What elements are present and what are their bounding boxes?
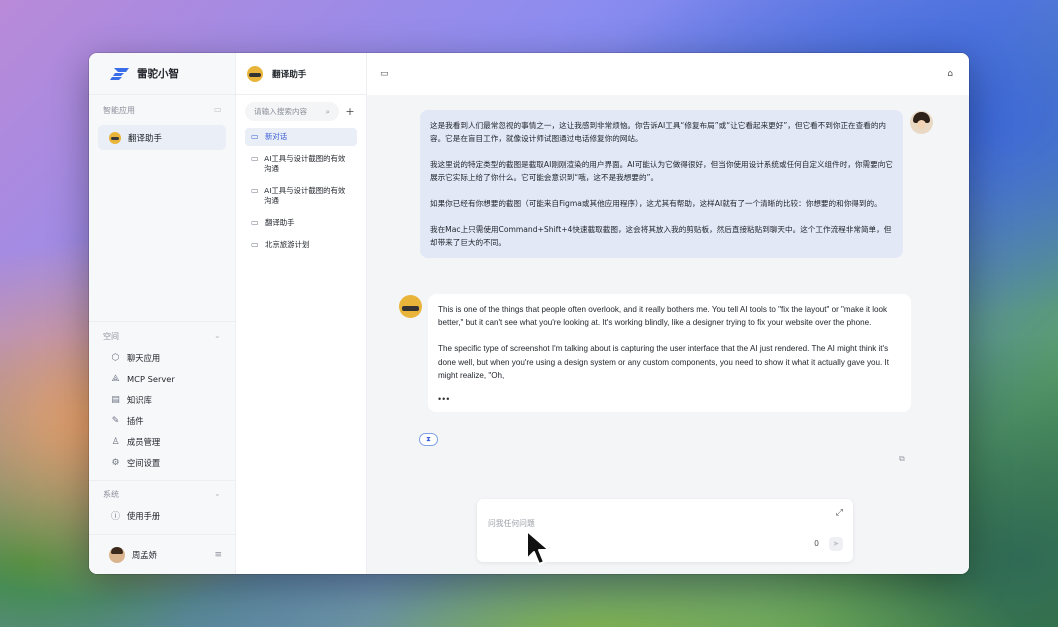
assistant-avatar-icon	[247, 65, 263, 82]
user-message-paragraph: 如果你已经有你想要的截图（可能来自Figma或其他应用程序），这尤其有帮助，这样…	[430, 199, 882, 208]
menu-icon[interactable]: ≡	[214, 550, 222, 560]
folder-icon[interactable]: ▭	[214, 106, 222, 114]
space-section-header[interactable]: 空间 ⌄	[89, 325, 235, 347]
sidebar-item-label: 成员管理	[127, 436, 161, 447]
mouse-cursor-icon	[526, 530, 550, 565]
assistant-message-paragraph: This is one of the things that people of…	[438, 305, 888, 328]
chevron-down-icon: ⌄	[214, 489, 221, 498]
user-name: 周孟娇	[132, 549, 157, 560]
char-count: 0	[814, 539, 819, 548]
user-message-paragraph: 我在Mac上只需使用Command+Shift+4快速截取截图，这会将其放入我的…	[430, 225, 892, 247]
sidebar-item-label: 插件	[127, 415, 144, 426]
divider	[89, 480, 235, 481]
conversation-item[interactable]: ▭ AI工具与设计截图的有效沟通	[245, 150, 357, 178]
chat-toolbar: ▭ ⌂	[367, 53, 969, 95]
settings-icon: ⚙	[111, 457, 120, 468]
brand-name: 雷驼小智	[137, 68, 179, 80]
conversation-header: 翻译助手	[236, 53, 366, 95]
search-row: 请输入搜索内容 ⌕ +	[245, 102, 357, 121]
system-nav: 系统 ⌄ ⓘ 使用手册	[89, 480, 235, 526]
sidebar-item-label: 知识库	[127, 394, 152, 405]
search-input[interactable]: 请输入搜索内容 ⌕	[245, 102, 339, 121]
brand-header: 雷驼小智	[89, 53, 235, 95]
user-message: 这是我看到人们最常忽视的事情之一，这让我感到非常烦恼。你告诉AI工具“修复布局”…	[420, 110, 903, 258]
sidebar: 雷驼小智 智能应用 ▭ 翻译助手 空间 ⌄ ⬡ 聊天应用 ⟁ MCP Serve…	[89, 53, 236, 574]
chat-bubble-icon: ▭	[251, 186, 259, 195]
members-icon: ♙	[111, 436, 120, 447]
copy-icon[interactable]: ⧉	[899, 454, 905, 464]
translator-avatar-icon	[109, 131, 121, 144]
hourglass-icon[interactable]: ⧗	[419, 433, 438, 446]
sidebar-item-knowledge[interactable]: ▤ 知识库	[89, 389, 235, 410]
chat-main: ▭ ⌂ 这是我看到人们最常忽视的事情之一，这让我感到非常烦恼。你告诉AI工具“修…	[367, 53, 969, 574]
assistant-message-paragraph: The specific type of screenshot I'm talk…	[438, 344, 889, 380]
sidebar-item-chat-apps[interactable]: ⬡ 聊天应用	[89, 347, 235, 368]
apps-section-header: 智能应用 ▭	[89, 99, 235, 121]
sidebar-item-plugins[interactable]: ✎ 插件	[89, 410, 235, 431]
conversation-label: 新对话	[265, 132, 288, 141]
chat-bubble-icon: ▭	[251, 132, 259, 141]
send-button[interactable]: ➤	[829, 537, 843, 551]
chat-bubble-icon: ▭	[251, 218, 259, 227]
search-icon: ⌕	[325, 106, 330, 116]
expand-icon[interactable]: ⤢	[836, 508, 843, 518]
user-avatar-icon	[910, 111, 933, 134]
sidebar-item-label: 使用手册	[127, 510, 161, 521]
system-section-label: 系统	[103, 489, 119, 499]
conversation-item[interactable]: ▭ 新对话	[245, 128, 357, 146]
app-window: 雷驼小智 智能应用 ▭ 翻译助手 空间 ⌄ ⬡ 聊天应用 ⟁ MCP Serve…	[89, 53, 969, 574]
space-nav: 空间 ⌄ ⬡ 聊天应用 ⟁ MCP Server ▤ 知识库 ✎ 插件 ♙ 成员…	[89, 321, 235, 473]
sidebar-item-members[interactable]: ♙ 成员管理	[89, 431, 235, 452]
knowledge-icon: ▤	[111, 394, 120, 405]
help-icon: ⓘ	[110, 512, 120, 522]
loading-indicator: •••	[438, 394, 451, 405]
divider	[89, 321, 235, 322]
sidebar-item-manual[interactable]: ⓘ 使用手册	[89, 505, 235, 526]
conversation-item[interactable]: ▭ 北京旅游计划	[245, 236, 357, 254]
mcp-icon: ⟁	[111, 373, 120, 384]
sidebar-item-label: 空间设置	[127, 457, 161, 468]
chat-bubble-icon: ▭	[251, 154, 259, 163]
apps-section-label: 智能应用	[103, 105, 135, 115]
user-message-paragraph: 这是我看到人们最常忽视的事情之一，这让我感到非常烦恼。你告诉AI工具“修复布局”…	[430, 121, 887, 143]
sidebar-app-label: 翻译助手	[128, 133, 163, 144]
sidebar-item-label: 聊天应用	[127, 352, 161, 363]
chat-bubble-icon: ▭	[251, 240, 259, 249]
chat-app-icon: ⬡	[111, 352, 120, 363]
system-section-header[interactable]: 系统 ⌄	[89, 483, 235, 505]
search-placeholder: 请输入搜索内容	[254, 107, 308, 116]
message-input[interactable]: 问我任何问题	[488, 518, 535, 529]
chevron-down-icon: ⌄	[214, 331, 221, 340]
sidebar-item-mcp-server[interactable]: ⟁ MCP Server	[89, 368, 235, 389]
avatar	[109, 546, 125, 563]
assistant-avatar-icon	[399, 295, 422, 318]
conversation-label: AI工具与设计截图的有效沟通	[264, 186, 346, 205]
brand-logo-icon	[110, 67, 129, 80]
sidebar-item-label: MCP Server	[127, 373, 175, 384]
conversation-panel: 翻译助手 请输入搜索内容 ⌕ + ▭ 新对话 ▭ AI工具与设计截图的有效沟通 …	[236, 53, 367, 574]
conversation-label: 北京旅游计划	[265, 240, 310, 249]
plugin-icon: ✎	[111, 415, 120, 426]
space-section-label: 空间	[103, 331, 119, 341]
chat-history-icon[interactable]: ▭	[380, 69, 389, 79]
sidebar-item-space-settings[interactable]: ⚙ 空间设置	[89, 452, 235, 473]
conversation-label: 翻译助手	[265, 218, 295, 227]
new-conversation-button[interactable]: +	[343, 105, 357, 118]
conversation-item[interactable]: ▭ 翻译助手	[245, 214, 357, 232]
assistant-message: This is one of the things that people of…	[428, 294, 911, 413]
assistant-title: 翻译助手	[272, 69, 307, 80]
sidebar-app-translator[interactable]: 翻译助手	[98, 125, 226, 150]
user-profile[interactable]: 周孟娇 ≡	[89, 534, 235, 574]
conversation-list: ▭ 新对话 ▭ AI工具与设计截图的有效沟通 ▭ AI工具与设计截图的有效沟通 …	[236, 128, 366, 254]
conversation-item[interactable]: ▭ AI工具与设计截图的有效沟通	[245, 182, 357, 210]
user-message-paragraph: 我这里说的特定类型的截图是截取AI刚刚渲染的用户界面。AI可能认为它做得很好，但…	[430, 160, 893, 182]
conversation-label: AI工具与设计截图的有效沟通	[264, 154, 346, 173]
clear-chat-icon[interactable]: ⌂	[947, 69, 953, 79]
